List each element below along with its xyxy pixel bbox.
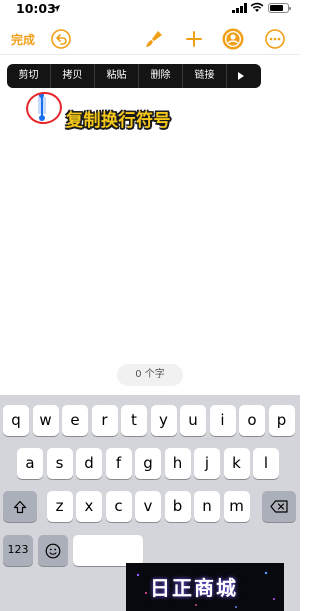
key-n[interactable]: n	[194, 491, 220, 522]
key-a[interactable]: a	[17, 448, 43, 479]
key-q[interactable]: q	[3, 405, 29, 436]
plus-icon[interactable]	[183, 28, 205, 50]
key-p[interactable]: p	[268, 405, 295, 436]
key-h[interactable]: h	[164, 448, 191, 479]
annotation-circle	[23, 89, 65, 127]
key-o[interactable]: o	[239, 405, 265, 436]
key-g[interactable]: g	[135, 448, 161, 479]
key-v[interactable]: v	[135, 491, 161, 522]
triangle-right-icon	[238, 72, 244, 80]
menu-item-cut[interactable]: 剪切	[7, 64, 51, 88]
key-l[interactable]: l	[253, 448, 279, 479]
status-time: 10:03	[16, 1, 56, 16]
key-u[interactable]: u	[180, 405, 206, 436]
menu-item-link[interactable]: 链接	[183, 64, 227, 88]
location-arrow-icon	[52, 4, 61, 13]
toolbar: 完成	[0, 22, 300, 56]
shift-key[interactable]	[3, 491, 37, 522]
toolbar-divider	[0, 54, 300, 55]
key-t[interactable]: t	[121, 405, 147, 436]
cellular-signal-icon	[232, 3, 247, 13]
key-z[interactable]: z	[46, 491, 73, 522]
done-button[interactable]: 完成	[11, 31, 35, 48]
context-menu: 剪切 拷贝 粘贴 删除 链接	[7, 64, 261, 88]
key-e[interactable]: e	[62, 405, 88, 436]
backspace-icon	[270, 500, 288, 513]
key-y[interactable]: y	[150, 405, 177, 436]
annotation-caption: 复制换行符号	[66, 111, 171, 131]
undo-icon[interactable]	[50, 28, 72, 50]
person-circle-icon[interactable]	[222, 28, 244, 50]
key-x[interactable]: x	[76, 491, 102, 522]
key-j[interactable]: j	[194, 448, 220, 479]
key-d[interactable]: d	[76, 448, 102, 479]
emoji-icon	[45, 543, 61, 558]
key-w[interactable]: w	[32, 405, 59, 436]
emoji-key[interactable]	[38, 535, 68, 566]
key-f[interactable]: f	[105, 448, 132, 479]
brush-icon[interactable]	[143, 28, 165, 50]
key-s[interactable]: s	[46, 448, 73, 479]
key-c[interactable]: c	[105, 491, 132, 522]
menu-item-paste[interactable]: 粘贴	[95, 64, 139, 88]
menu-item-delete[interactable]: 删除	[139, 64, 183, 88]
key-r[interactable]: r	[91, 405, 118, 436]
key-b[interactable]: b	[164, 491, 191, 522]
space-key[interactable]	[73, 535, 143, 566]
word-count-badge: 0 个字	[117, 364, 183, 386]
key-i[interactable]: i	[209, 405, 236, 436]
more-icon[interactable]	[264, 28, 286, 50]
shift-icon	[13, 500, 27, 513]
battery-level	[270, 5, 283, 11]
status-bar: 10:03	[0, 0, 300, 22]
wifi-icon	[250, 2, 264, 12]
battery-icon	[268, 3, 291, 13]
backspace-key[interactable]	[262, 491, 296, 522]
menu-item-copy[interactable]: 拷贝	[51, 64, 95, 88]
menu-more-button[interactable]	[227, 64, 255, 88]
watermark: 日正商城	[126, 563, 284, 611]
key-m[interactable]: m	[223, 491, 250, 522]
numbers-key[interactable]: 123	[3, 535, 33, 566]
key-k[interactable]: k	[223, 448, 250, 479]
watermark-text: 日正商城	[150, 576, 238, 600]
